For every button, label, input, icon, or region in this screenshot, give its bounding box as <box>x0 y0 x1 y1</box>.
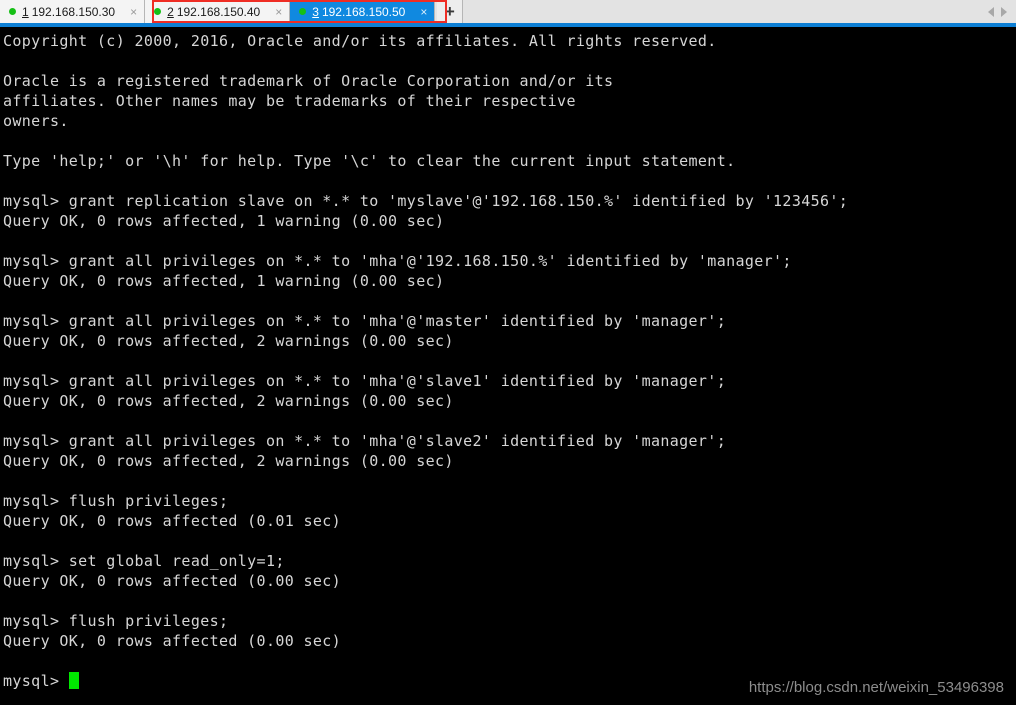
watermark-text: https://blog.csdn.net/weixin_53496398 <box>748 679 1004 696</box>
terminal-line: Oracle is a registered trademark of Orac… <box>3 72 614 90</box>
tab-host-label: 192.168.150.40 <box>176 4 261 19</box>
tab-host-label: 192.168.150.30 <box>31 4 116 19</box>
tab-1[interactable]: 1 192.168.150.30 × <box>0 0 146 23</box>
terminal-output-pane[interactable]: Copyright (c) 2000, 2016, Oracle and/or … <box>0 27 1016 705</box>
terminal-prompt: mysql> <box>3 672 69 690</box>
tab-status-dot-icon <box>299 8 307 15</box>
terminal-line: mysql> flush privileges; <box>3 492 229 510</box>
terminal-line: Query OK, 0 rows affected, 2 warnings (0… <box>3 452 454 470</box>
tab-bar-filler <box>463 0 988 23</box>
terminal-line: Copyright (c) 2000, 2016, Oracle and/or … <box>3 32 717 50</box>
terminal-line: mysql> grant replication slave on *.* to… <box>3 192 849 210</box>
tab-bar: 1 192.168.150.30 × 2 192.168.150.40 × 3 192.168… <box>0 0 1016 23</box>
terminal-line: mysql> grant all privileges on *.* to 'm… <box>3 372 727 390</box>
terminal-cursor <box>68 672 79 689</box>
terminal-line: owners. <box>3 112 69 130</box>
terminal-line: mysql> grant all privileges on *.* to 'm… <box>3 432 727 450</box>
tab-host-label: 192.168.150.50 <box>321 4 406 19</box>
triangle-left-icon[interactable] <box>988 6 994 17</box>
terminal-line: mysql> grant all privileges on *.* to 'm… <box>3 312 727 330</box>
terminal-line: Query OK, 0 rows affected, 2 warnings (0… <box>3 332 454 350</box>
tab-index-label: 2 <box>167 4 174 19</box>
close-icon[interactable]: × <box>127 6 140 18</box>
tab-status-dot-icon <box>154 8 162 15</box>
terminal-line: Query OK, 0 rows affected (0.01 sec) <box>3 512 342 530</box>
tab-index-label: 3 <box>312 4 319 19</box>
tab-index-label: 1 <box>22 4 29 19</box>
new-tab-button[interactable]: + <box>437 0 464 23</box>
terminal-line: affiliates. Other names may be trademark… <box>3 92 576 110</box>
terminal-line: mysql> grant all privileges on *.* to 'm… <box>3 252 792 270</box>
tab-scroll-controls <box>988 0 1016 23</box>
terminal-line: mysql> flush privileges; <box>3 612 229 630</box>
terminal-line: Query OK, 0 rows affected, 2 warnings (0… <box>3 392 454 410</box>
terminal-line: Query OK, 0 rows affected (0.00 sec) <box>3 632 342 650</box>
tab-3[interactable]: 3 192.168.150.50 × <box>290 0 436 23</box>
tabs-container: 1 192.168.150.30 × 2 192.168.150.40 × 3 192.168… <box>0 0 436 23</box>
terminal-line: Query OK, 0 rows affected (0.00 sec) <box>3 572 342 590</box>
terminal-line: Query OK, 0 rows affected, 1 warning (0.… <box>3 212 445 230</box>
close-icon[interactable]: × <box>272 6 285 18</box>
tab-2[interactable]: 2 192.168.150.40 × <box>145 0 291 23</box>
triangle-right-icon[interactable] <box>1001 6 1007 17</box>
close-icon[interactable]: × <box>417 6 430 18</box>
terminal-line: Query OK, 0 rows affected, 1 warning (0.… <box>3 272 445 290</box>
tab-status-dot-icon <box>9 8 16 15</box>
terminal-line: Type 'help;' or '\h' for help. Type '\c'… <box>3 152 736 170</box>
terminal-lines: Copyright (c) 2000, 2016, Oracle and/or … <box>3 31 1016 691</box>
terminal-line: mysql> set global read_only=1; <box>3 552 285 570</box>
